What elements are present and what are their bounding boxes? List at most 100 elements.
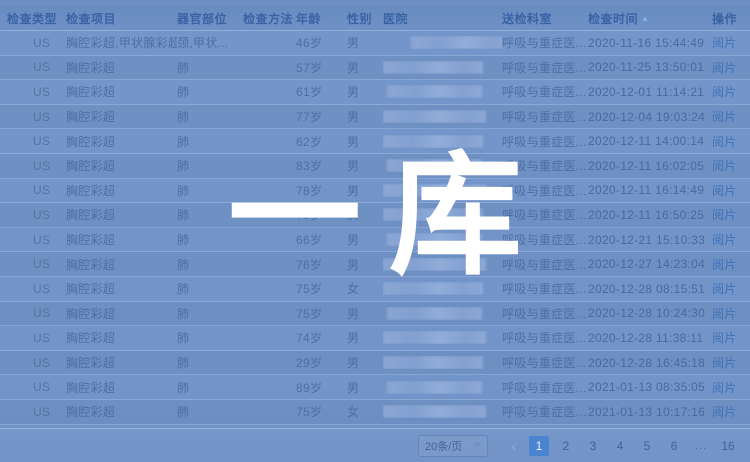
cell-exam-time: 2020-12-28 08:15:51 (588, 282, 712, 296)
column-header-organ-part: 器官部位 (177, 10, 243, 27)
page-button-2[interactable]: 2 (556, 436, 576, 456)
column-header-hospital: 医院 (383, 10, 502, 27)
view-film-link[interactable]: 阅片 (712, 208, 737, 222)
view-film-link[interactable]: 阅片 (712, 184, 737, 198)
cell-exam-time: 2020-12-11 16:02:05 (588, 159, 712, 173)
cell-exam-type: US (7, 208, 66, 222)
view-film-link[interactable]: 阅片 (712, 61, 737, 75)
page-size-label: 20条/页 (425, 438, 462, 454)
table-row: US 胸腔彩超 肺 61岁 男 呼吸与重症医... 2020-12-01 11:… (0, 80, 750, 105)
view-film-link[interactable]: 阅片 (712, 85, 737, 99)
view-film-link[interactable]: 阅片 (712, 36, 737, 50)
cell-age: 75岁 (296, 280, 347, 297)
prev-page-button[interactable]: ‹ (506, 436, 522, 456)
cell-exam-item: 胸腔彩超 (66, 83, 177, 100)
column-header-exam-item: 检查项目 (66, 10, 177, 27)
view-film-link[interactable]: 阅片 (712, 282, 737, 296)
view-film-link[interactable]: 阅片 (712, 331, 737, 345)
cell-hospital (383, 331, 502, 344)
cell-gender: 男 (347, 34, 383, 51)
cell-exam-item: 胸腔彩超 (66, 403, 177, 420)
cell-department: 呼吸与重症医... (502, 354, 588, 371)
cell-age: 46岁 (296, 34, 347, 51)
page-button-6[interactable]: 6 (664, 436, 684, 456)
cell-hospital (383, 135, 502, 148)
column-header-department: 送检科室 (502, 10, 588, 27)
cell-hospital (383, 61, 502, 74)
cell-organ-part: 肺 (177, 379, 243, 396)
cell-exam-time: 2020-12-27 14:23:04 (588, 257, 712, 271)
view-film-link[interactable]: 阅片 (712, 381, 737, 395)
cell-age: 89岁 (296, 379, 347, 396)
column-header-actions: 操作 (712, 10, 750, 27)
cell-department: 呼吸与重症医... (502, 379, 588, 396)
cell-age: 78岁 (296, 182, 347, 199)
page-button-5[interactable]: 5 (637, 436, 657, 456)
page-button-16[interactable]: 16 (718, 436, 738, 456)
cell-gender: 女 (347, 280, 383, 297)
chevron-down-icon (473, 443, 481, 448)
hospital-redacted-blur (387, 159, 482, 172)
cell-department: 呼吸与重症医... (502, 231, 588, 248)
cell-gender: 男 (347, 133, 383, 150)
table-row: US 胸腔彩超 肺 75岁 男 呼吸与重症医... 2020-12-28 10:… (0, 302, 750, 327)
page-ellipsis-button[interactable]: ... (691, 436, 711, 456)
cell-gender: 男 (347, 108, 383, 125)
cell-organ-part: 肺 (177, 354, 243, 371)
cell-organ-part: 肺 (177, 59, 243, 76)
cell-exam-time: 2021-01-13 08:35:05 (588, 380, 712, 394)
cell-exam-item: 胸腔彩超 (66, 379, 177, 396)
cell-exam-item: 胸腔彩超 (66, 305, 177, 322)
cell-age: 75岁 (296, 305, 347, 322)
hospital-redacted-blur (387, 233, 482, 246)
view-film-link[interactable]: 阅片 (712, 110, 737, 124)
cell-exam-time: 2020-12-21 15:10:33 (588, 233, 712, 247)
view-film-link[interactable]: 阅片 (712, 233, 737, 247)
page-button-3[interactable]: 3 (583, 436, 603, 456)
cell-age: 29岁 (296, 354, 347, 371)
cell-department: 呼吸与重症医... (502, 34, 588, 51)
cell-age: 76岁 (296, 256, 347, 273)
cell-exam-time: 2020-12-11 16:50:25 (588, 208, 712, 222)
cell-exam-type: US (7, 110, 66, 124)
cell-exam-time: 2020-12-04 19:03:24 (588, 110, 712, 124)
hospital-redacted-blur (383, 110, 486, 123)
view-film-link[interactable]: 阅片 (712, 159, 737, 173)
view-film-link[interactable]: 阅片 (712, 405, 737, 419)
page-button-1[interactable]: 1 (529, 436, 549, 456)
cell-exam-type: US (7, 257, 66, 271)
view-film-link[interactable]: 阅片 (712, 307, 737, 321)
table-row: US 胸腔彩超 肺 62岁 男 呼吸与重症医... 2020-12-11 14:… (0, 129, 750, 154)
cell-gender: 男 (347, 231, 383, 248)
cell-exam-type: US (7, 331, 66, 345)
view-film-link[interactable]: 阅片 (712, 258, 737, 272)
cell-age: 66岁 (296, 231, 347, 248)
table-header-row: 检查类型 检查项目 器官部位 检查方法 年龄 性别 医院 送检科室 检查时间▲ … (0, 6, 750, 31)
view-film-link[interactable]: 阅片 (712, 135, 737, 149)
table-row: US 胸腔彩超 肺 77岁 男 呼吸与重症医... 2020-12-04 19:… (0, 105, 750, 130)
cell-exam-time: 2020-12-28 16:45:18 (588, 356, 712, 370)
table-row: US 胸腔彩超 肺 75岁 女 呼吸与重症医... 2021-01-13 10:… (0, 400, 750, 425)
cell-hospital (383, 258, 502, 271)
column-header-gender: 性别 (347, 10, 383, 27)
cell-organ-part: 肺 (177, 206, 243, 223)
cell-department: 呼吸与重症医... (502, 157, 588, 174)
cell-exam-type: US (7, 36, 66, 50)
cell-hospital (383, 381, 502, 394)
cell-gender: 男 (347, 305, 383, 322)
column-header-exam-time[interactable]: 检查时间▲ (588, 10, 712, 27)
cell-exam-type: US (7, 306, 66, 320)
cell-exam-type: US (7, 85, 66, 99)
page-size-select[interactable]: 20条/页 (418, 435, 488, 457)
table-row: US 胸腔彩超 肺 76岁 女 呼吸与重症医... 2020-12-11 16:… (0, 203, 750, 228)
cell-department: 呼吸与重症医... (502, 108, 588, 125)
cell-exam-type: US (7, 60, 66, 74)
pagination-bar: 20条/页 ‹ 123456... 16 (0, 428, 750, 462)
view-film-link[interactable]: 阅片 (712, 356, 737, 370)
hospital-redacted-blur (411, 36, 502, 49)
page-button-4[interactable]: 4 (610, 436, 630, 456)
cell-gender: 男 (347, 354, 383, 371)
cell-gender: 女 (347, 206, 383, 223)
table-row: US 胸腔彩超 肺 83岁 男 呼吸与重症医... 2020-12-11 16:… (0, 154, 750, 179)
cell-exam-item: 胸腔彩超 (66, 157, 177, 174)
